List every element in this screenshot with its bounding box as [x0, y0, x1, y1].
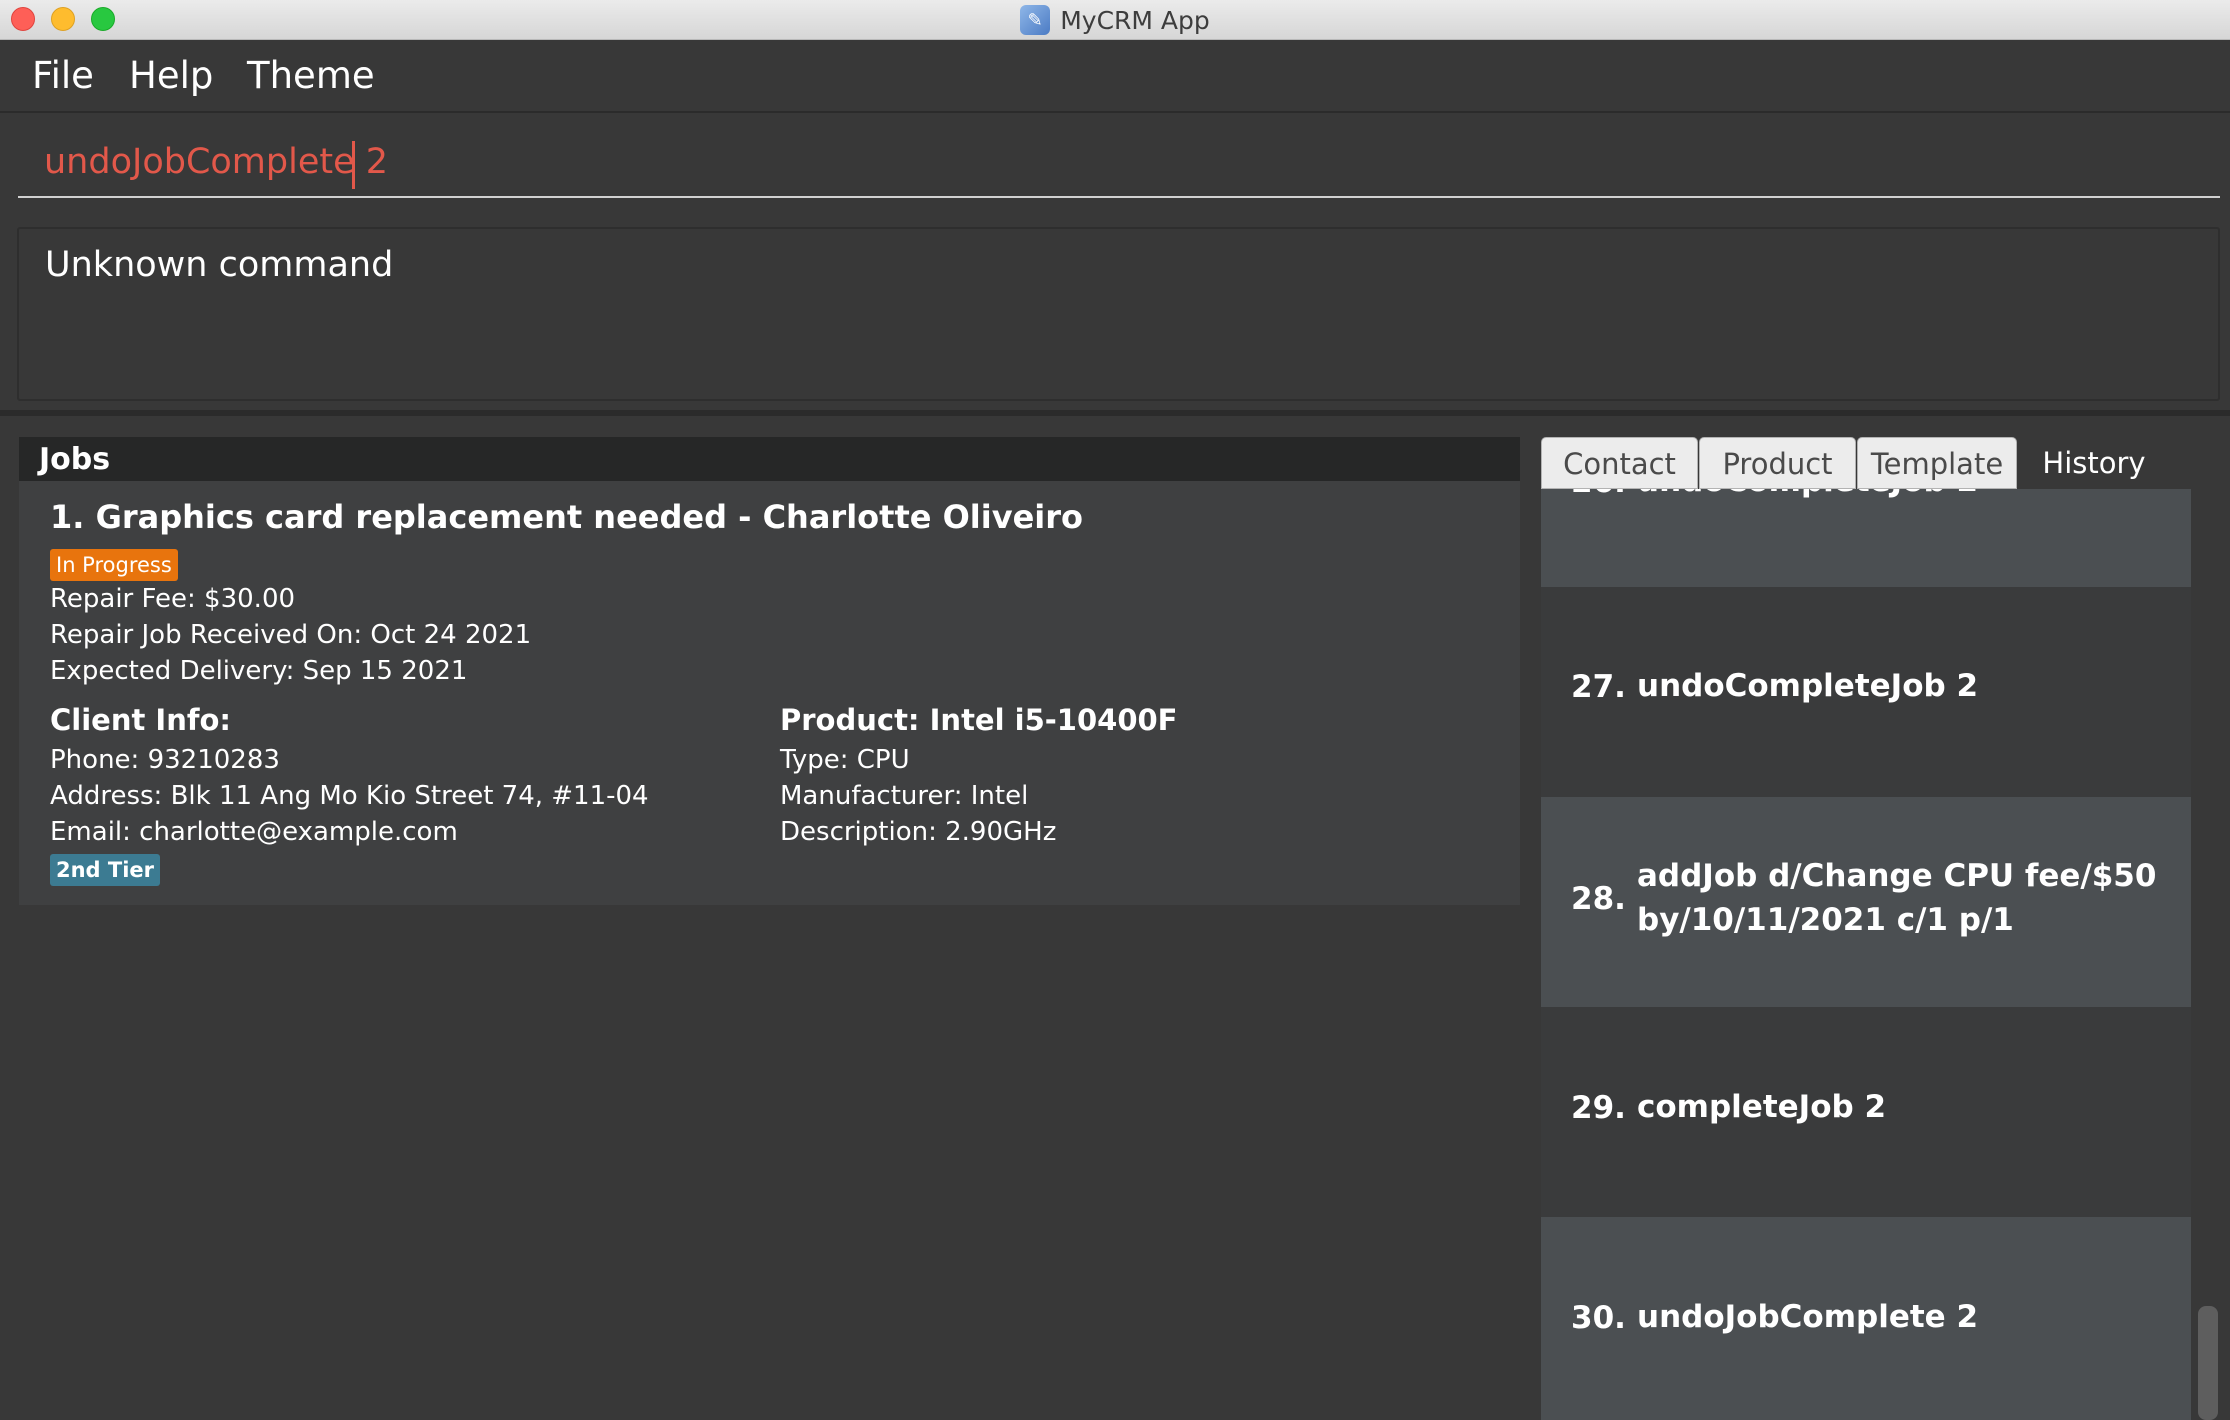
menu-help[interactable]: Help — [129, 54, 213, 97]
window-title: MyCRM App — [1060, 5, 1210, 35]
menu-bar: File Help Theme — [0, 40, 2230, 113]
jobs-header: Jobs — [19, 437, 1520, 481]
tab-contact[interactable]: Contact — [1541, 437, 1698, 489]
tier-badge: 2nd Tier — [50, 854, 161, 886]
history-item[interactable]: 30. undoJobComplete 2 — [1541, 1217, 2191, 1420]
history-scrollbar[interactable] — [2194, 489, 2224, 1420]
history-command: addJob d/Change CPU fee/$50 by/10/11/202… — [1637, 858, 2157, 938]
received-date: Repair Job Received On: Oct 24 2021 — [50, 620, 532, 650]
history-number: 27. — [1571, 669, 1626, 705]
history-number: 29. — [1571, 1090, 1626, 1126]
jobs-panel: Jobs 1. Graphics card replacement needed… — [19, 437, 1520, 1420]
repair-fee: Repair Fee: $30.00 — [50, 584, 296, 614]
job-card[interactable]: 1. Graphics card replacement needed - Ch… — [19, 481, 1520, 905]
history-item[interactable]: 29. completeJob 2 — [1541, 1007, 2191, 1217]
client-phone: Phone: 93210283 — [50, 745, 280, 775]
expected-delivery: Expected Delivery: Sep 15 2021 — [50, 656, 468, 686]
status-badge: In Progress — [50, 549, 178, 581]
history-command: undoJobComplete 2 — [1637, 1299, 1979, 1335]
history-item[interactable]: 26. undoCompleteJob 2 — [1541, 489, 2191, 587]
client-email: Email: charlotte@example.com — [50, 817, 458, 847]
tab-history[interactable]: History — [2019, 437, 2169, 489]
client-info-heading: Client Info: — [50, 703, 232, 737]
history-number: 26. — [1571, 489, 1626, 500]
product-heading: Product: Intel i5-10400F — [780, 703, 1178, 737]
history-list[interactable]: 26. undoCompleteJob 2 27. undoCompleteJo… — [1541, 489, 2191, 1420]
command-input[interactable] — [18, 128, 2220, 198]
history-command: undoCompleteJob 2 — [1637, 668, 1979, 704]
history-item[interactable]: 28. addJob d/Change CPU fee/$50 by/10/11… — [1541, 797, 2191, 1007]
section-divider — [0, 410, 2230, 416]
result-message: Unknown command — [45, 245, 394, 285]
history-number: 28. — [1571, 881, 1626, 917]
app-icon: ✎ — [1020, 5, 1051, 35]
history-command: completeJob 2 — [1637, 1089, 1887, 1125]
tab-template[interactable]: Template — [1857, 437, 2017, 489]
product-description: Description: 2.90GHz — [780, 817, 1057, 847]
command-box — [0, 115, 2230, 210]
job-title: 1. Graphics card replacement needed - Ch… — [50, 498, 1084, 536]
product-type: Type: CPU — [780, 745, 910, 775]
history-scrollbar-thumb[interactable] — [2198, 1306, 2218, 1420]
title-bar: ✎ MyCRM App — [0, 0, 2230, 40]
jobs-title: Jobs — [39, 442, 111, 477]
history-number: 30. — [1571, 1300, 1626, 1336]
tab-header: Contact Product Template History — [1541, 437, 2191, 489]
client-address: Address: Blk 11 Ang Mo Kio Street 74, #1… — [50, 781, 649, 811]
history-item[interactable]: 27. undoCompleteJob 2 — [1541, 587, 2191, 797]
text-caret — [352, 141, 355, 189]
tab-product[interactable]: Product — [1699, 437, 1856, 489]
menu-file[interactable]: File — [32, 54, 94, 97]
menu-theme[interactable]: Theme — [247, 54, 375, 97]
result-display: Unknown command — [17, 227, 2220, 401]
history-command: undoCompleteJob 2 — [1637, 489, 2157, 503]
product-manufacturer: Manufacturer: Intel — [780, 781, 1029, 811]
